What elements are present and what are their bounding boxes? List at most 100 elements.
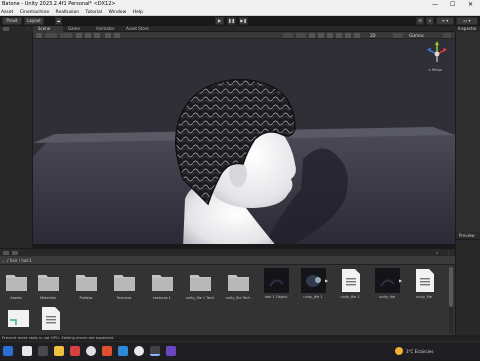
step-button[interactable]: ▶❚ (239, 17, 248, 25)
folder-icon (112, 269, 137, 294)
asset-item[interactable] (2, 306, 34, 333)
asset-label: Assets (10, 296, 22, 300)
document-icon (338, 268, 363, 293)
app-purple-icon[interactable] (166, 346, 176, 356)
weather-text[interactable]: 3°C Eclaircies (406, 342, 433, 361)
search-app-icon[interactable] (22, 346, 32, 356)
close-button[interactable]: ✕ (468, 0, 473, 9)
proxit-button[interactable]: Proxit (2, 17, 22, 25)
asset-item[interactable]: unity_file 1 (334, 268, 366, 299)
persp-label[interactable]: < Persp (428, 68, 442, 72)
menu-item-tutorial[interactable]: Tutorial (86, 10, 103, 15)
asset-grid: Assets Materials Prefabs Textures textures 1… (0, 265, 455, 335)
render-mode-2d[interactable]: 2D (370, 32, 376, 39)
expand-arrow-icon[interactable]: ▶ (325, 278, 328, 283)
main-toolbar: Proxit Layout ☁ ▶ ❚❚ ▶❚ ⟲ ⌕ ≡ ▾ ▭ ▾ (0, 16, 480, 26)
menu-item-cinemachine[interactable]: Cinemachine (20, 10, 49, 15)
chrome-icon[interactable] (86, 346, 96, 356)
asset-item[interactable] (34, 306, 66, 333)
document-icon (412, 268, 437, 293)
folder-icon (74, 269, 99, 294)
asset-item[interactable]: unity_file 1 ▶ (297, 268, 329, 299)
scene-toolbar: 2D Gizmos (33, 32, 455, 39)
asset-label: Materials (39, 296, 57, 300)
asset-label: unity_file 1 (303, 295, 323, 299)
asset-item[interactable]: unity_file ▶ (371, 268, 403, 299)
tab-scene-label: Scene (38, 26, 51, 31)
breadcrumb-path[interactable]: ... / hair / hair1 (2, 258, 32, 263)
inspector-panel[interactable] (455, 32, 480, 232)
search-icon[interactable]: ⌕ (426, 17, 434, 25)
expand-arrow-icon[interactable]: ▶ (399, 278, 402, 283)
start-icon[interactable] (3, 346, 13, 356)
history-icon[interactable]: ⟲ (416, 17, 424, 25)
asset-label: unity_file (379, 295, 395, 299)
asset-item[interactable]: Textures (108, 269, 140, 300)
asset-label: Textures (116, 296, 132, 300)
menu-bar: Asset Cinemachine Realtusion Tutorial Wi… (0, 9, 480, 16)
hierarchy-panel[interactable] (0, 32, 33, 248)
scene-tool-icons (36, 33, 451, 38)
os-taskbar: 3°C Eclaircies (0, 341, 480, 360)
proxit-label: Proxit (6, 18, 18, 23)
orientation-gizmo-icon[interactable] (425, 40, 449, 66)
task-view-icon[interactable] (38, 346, 48, 356)
app-circle-icon[interactable] (134, 346, 144, 356)
maximize-button[interactable]: ☐ (450, 0, 455, 9)
tab-asset-store-label: Asset Store (126, 26, 149, 31)
asset-item[interactable]: Prefabs (70, 269, 102, 300)
asset-item[interactable]: unity_file Tech (222, 269, 254, 300)
folder-icon (150, 269, 175, 294)
layout-button[interactable]: Layout (24, 17, 44, 25)
project-tab-strip: ⌕ ⋮ (0, 248, 455, 256)
asset-item[interactable]: textures 1 (146, 269, 178, 300)
tab-game-label: Game (68, 26, 80, 31)
pause-icon: ❚❚ (228, 18, 235, 23)
asset-label: Prefabs (79, 296, 93, 300)
window-title-bar: Batone - Unity 2023.2.4f1 Personal* <DX1… (0, 0, 480, 9)
asset-item[interactable]: unity_file 1 Tech (184, 269, 216, 300)
play-icon: ▶ (217, 18, 222, 23)
asset-item[interactable]: Assets (0, 269, 32, 300)
asset-label: hair 1 Object (264, 295, 288, 299)
model-thumbnail-icon (263, 268, 289, 293)
app-red-icon[interactable] (70, 346, 80, 356)
asset-item[interactable]: hair 1 Object (260, 268, 292, 299)
minimize-button[interactable]: — (432, 0, 438, 9)
panel-menu-icon[interactable]: ⋮ (26, 26, 30, 31)
layout-label: Layout (27, 18, 41, 23)
asset-item[interactable]: Materials (32, 269, 64, 300)
app-orange-icon[interactable] (102, 346, 112, 356)
inspector-tab-label: Inspector (458, 26, 477, 31)
console-icon[interactable] (12, 251, 18, 255)
menu-item-window[interactable]: Window (109, 10, 127, 15)
menu-item-help[interactable]: Help (133, 10, 143, 15)
gizmos-dropdown[interactable]: Gizmos (409, 32, 424, 39)
weather-icon[interactable] (395, 347, 403, 355)
window-title: Batone - Unity 2023.2.4f1 Personal* <DX1… (2, 1, 116, 7)
asset-file-icon (6, 306, 31, 331)
pause-button[interactable]: ❚❚ (227, 17, 236, 25)
breadcrumb: ... / hair / hair1 (0, 256, 455, 265)
store-icon[interactable] (118, 346, 128, 356)
scene-viewport[interactable]: < Persp (33, 39, 455, 248)
mesh-thumbnail-icon (300, 268, 326, 293)
model-thumbnail-icon (374, 268, 400, 293)
file-explorer-icon[interactable] (54, 346, 64, 356)
preview-header: Preview (456, 232, 480, 240)
step-icon: ▶❚ (240, 18, 247, 23)
status-text: Prevent more stats is not GPU. Setting e… (2, 335, 115, 340)
play-button[interactable]: ▶ (215, 17, 224, 25)
unity-icon[interactable] (150, 346, 160, 356)
asset-scrollbar[interactable] (449, 267, 453, 333)
cloud-icon[interactable]: ☁ (55, 17, 62, 25)
hierarchy-icon (3, 27, 9, 31)
layout-dropdown[interactable]: ▭ ▾ (456, 17, 478, 25)
project-icon[interactable] (3, 251, 9, 255)
layers-dropdown[interactable]: ≡ ▾ (436, 17, 454, 25)
menu-item-realtusion[interactable]: Realtusion (56, 10, 80, 15)
menu-item-asset[interactable]: Asset (1, 10, 13, 15)
asset-scrollbar-thumb[interactable] (449, 267, 453, 307)
asset-item[interactable]: unity_file (408, 268, 440, 299)
preview-panel: Preview (455, 232, 480, 340)
